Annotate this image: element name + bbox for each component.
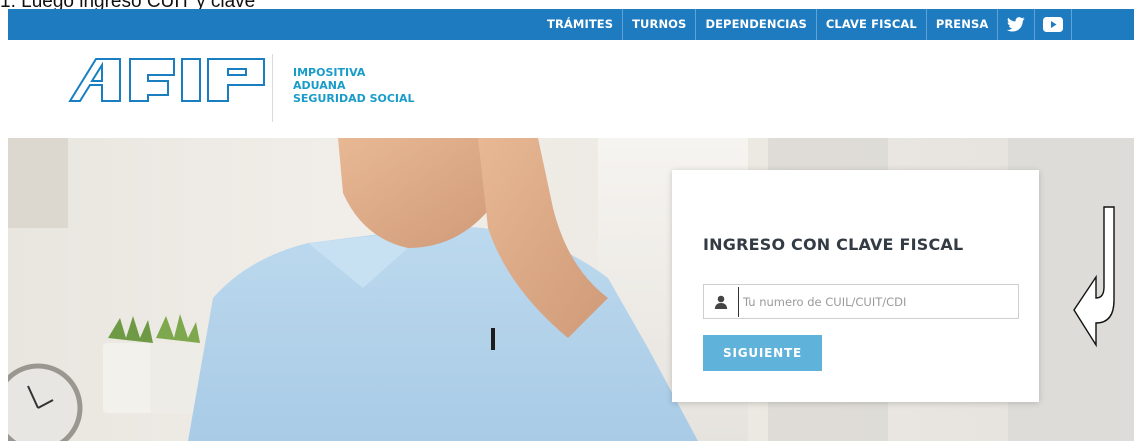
nav-clave-fiscal[interactable]: CLAVE FISCAL [817, 9, 927, 40]
nav-prensa[interactable]: PRENSA [927, 9, 999, 40]
cuit-input-wrapper[interactable] [703, 284, 1019, 319]
afip-logo[interactable] [68, 55, 268, 103]
top-navigation-bar: TRÁMITES TURNOS DEPENDENCIAS CLAVE FISCA… [8, 9, 1134, 40]
annotation-arrow-icon [1073, 206, 1115, 348]
nav-turnos[interactable]: TURNOS [623, 9, 697, 40]
next-button[interactable]: SIGUIENTE [703, 335, 822, 371]
youtube-icon[interactable] [1035, 9, 1073, 40]
nav-tramites[interactable]: TRÁMITES [538, 9, 624, 40]
brand-tagline: IMPOSITIVA ADUANA SEGURIDAD SOCIAL [293, 66, 415, 105]
user-icon [708, 284, 734, 319]
top-nav: TRÁMITES TURNOS DEPENDENCIAS CLAVE FISCA… [538, 9, 1073, 40]
tagline-aduana: ADUANA [293, 79, 346, 92]
tagline-impositiva: IMPOSITIVA [293, 66, 366, 79]
login-title: INGRESO CON CLAVE FISCAL [703, 235, 964, 254]
site-header: IMPOSITIVA ADUANA SEGURIDAD SOCIAL [8, 40, 1134, 138]
cuit-input[interactable] [738, 286, 1018, 317]
login-card: INGRESO CON CLAVE FISCAL SIGUIENTE [672, 170, 1039, 402]
twitter-icon[interactable] [998, 9, 1036, 40]
tagline-seguridad-social: SEGURIDAD SOCIAL [293, 92, 415, 105]
nav-dependencias[interactable]: DEPENDENCIAS [696, 9, 817, 40]
header-divider [272, 54, 273, 122]
